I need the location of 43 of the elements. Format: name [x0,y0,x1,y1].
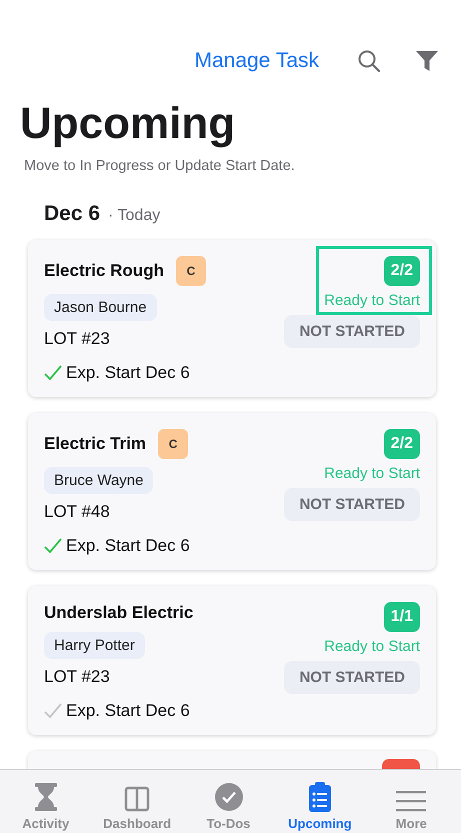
tab-item[interactable]: Upcoming [274,770,366,833]
manage-task-link[interactable]: Manage Task [194,49,319,73]
task-title: Electric Trim [44,434,146,454]
task-card[interactable]: Underslab Electric Harry Potter LOT #23 Exp. Start Dec 6 1/1 Ready to Start NOT STARTED [28,586,436,735]
filter-icon[interactable] [415,49,439,73]
tab-item[interactable]: To-Dos [182,770,274,833]
count-badge: 2/2 [384,256,420,286]
check-circle-icon [214,782,244,812]
search-icon[interactable] [357,49,381,73]
status-pill: NOT STARTED [284,661,420,694]
lot-number: LOT #23 [44,667,111,687]
assignee-chip: Harry Potter [44,632,145,659]
readiness-label: Ready to Start [324,638,420,655]
page-title: Upcoming [20,98,236,150]
status-pill: NOT STARTED [284,315,420,348]
readiness-label: Ready to Start [324,292,420,309]
task-title: Underslab Electric [44,603,194,623]
tab-item[interactable]: Activity [0,770,92,833]
clipboard-list-icon [308,782,332,812]
lot-number: LOT #48 [44,502,111,522]
tab-item[interactable]: Dashboard [91,770,183,833]
role-tag: C [176,256,206,286]
task-title: Electric Rough [44,261,164,281]
expected-start: Exp. Start Dec 6 [66,536,190,556]
section-note: · Today [108,207,160,225]
assignee-chip: Bruce Wayne [44,467,154,494]
lot-number: LOT #23 [44,329,111,349]
hourglass-icon [32,782,59,812]
assignee-chip: Jason Bourne [44,294,157,321]
tab-item[interactable]: More [366,770,458,833]
task-card[interactable]: Electric Rough C Jason Bourne LOT #23 Exp. Start Dec 6 2/2 Ready to Start NOT STARTED [28,240,436,397]
count-badge: 2/2 [384,429,420,459]
status-pill: NOT STARTED [284,488,420,521]
expected-start: Exp. Start Dec 6 [66,363,190,383]
expected-start: Exp. Start Dec 6 [66,701,190,721]
section-date: Dec 6 [44,202,100,226]
role-tag: C [158,429,188,459]
readiness-label: Ready to Start [324,465,420,482]
columns-icon [124,786,150,812]
menu-icon [396,790,426,812]
task-card[interactable]: Electric Trim C Bruce Wayne LOT #48 Exp. Start Dec 6 2/2 Ready to Start NOT STARTED [28,413,436,570]
page-subtitle: Move to In Progress or Update Start Date. [24,158,296,174]
count-badge: 1/1 [384,602,420,632]
